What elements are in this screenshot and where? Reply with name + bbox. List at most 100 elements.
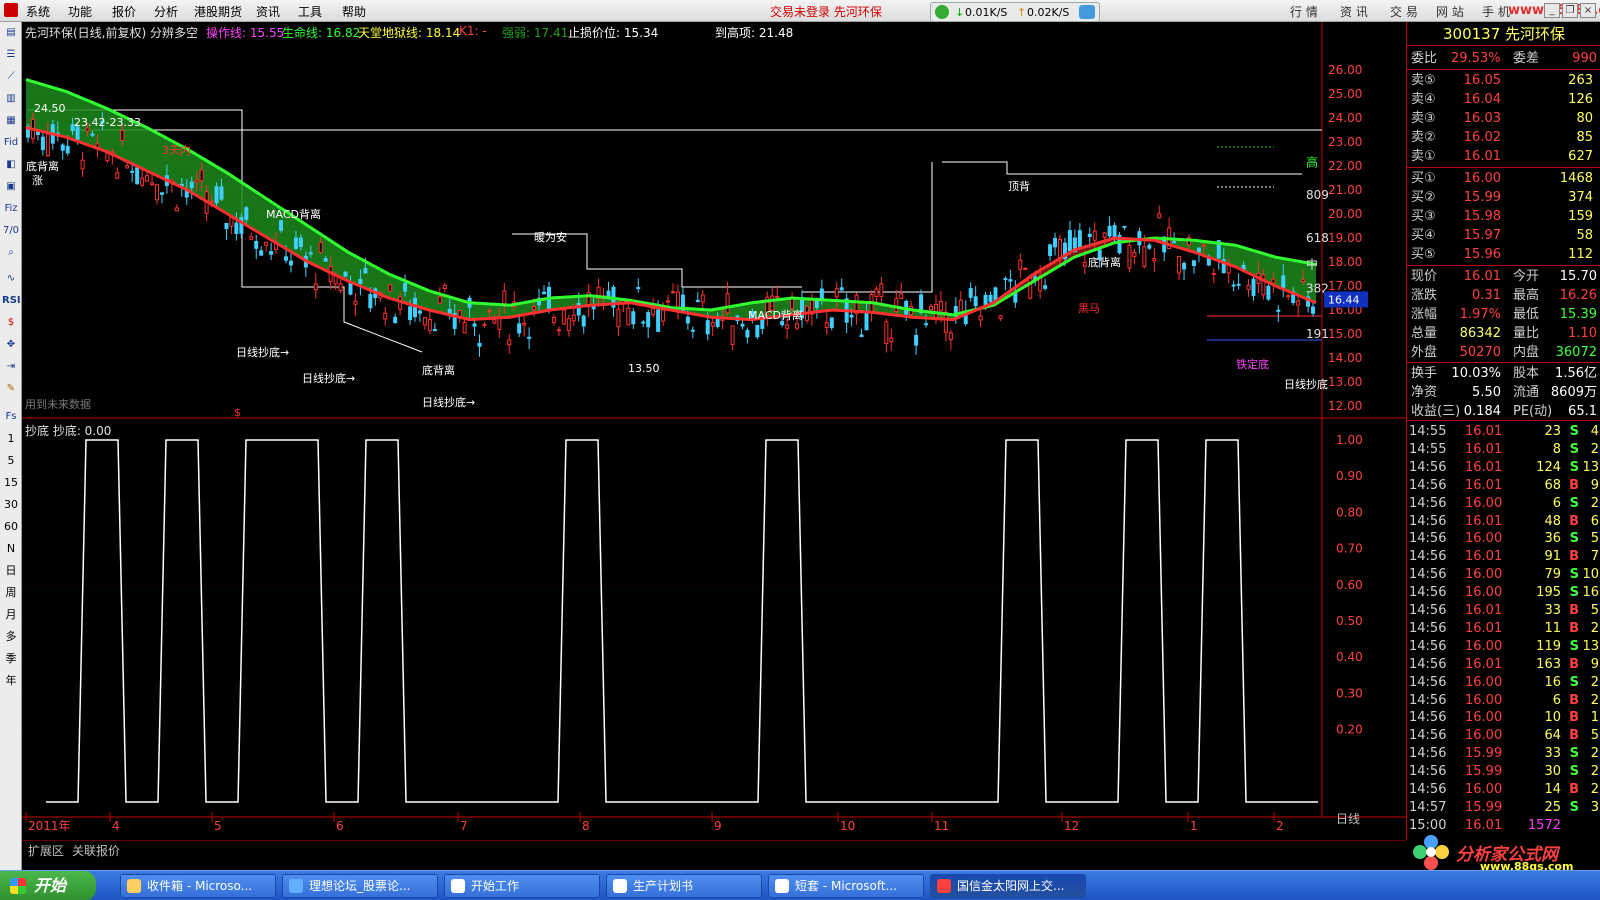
menu-system[interactable]: 系统 xyxy=(26,3,50,20)
tool-list-icon[interactable]: ☰ xyxy=(2,46,20,64)
minimize-icon[interactable]: _ xyxy=(1544,3,1560,18)
menu-quote[interactable]: 报价 xyxy=(112,3,136,20)
task-guosen-trade[interactable]: 国信金太阳网上交... xyxy=(930,874,1086,898)
period-60min[interactable]: 60 xyxy=(0,518,22,536)
price-tick-label: 20.00 xyxy=(1328,207,1362,221)
period-week[interactable]: 周 xyxy=(0,584,22,602)
period-n[interactable]: N xyxy=(0,540,22,558)
menu-function[interactable]: 功能 xyxy=(68,3,92,20)
task-forum[interactable]: 理想论坛_股票论... xyxy=(282,874,438,898)
ask-label: 卖② xyxy=(1411,130,1436,145)
menu-news[interactable]: 资讯 xyxy=(256,3,280,20)
tool-export-icon[interactable]: ⇥ xyxy=(2,358,20,376)
tool-board-icon[interactable]: ▤ xyxy=(2,24,20,42)
tool-move-icon[interactable]: ✥ xyxy=(2,336,20,354)
period-year[interactable]: 年 xyxy=(0,672,22,690)
stat-label: 收益(三) xyxy=(1411,404,1461,419)
refresh-icon[interactable] xyxy=(1079,5,1095,19)
tool-70-icon[interactable]: 7/0 xyxy=(2,222,20,240)
resistance-box-3 xyxy=(942,161,1302,175)
start-button[interactable]: 开始 xyxy=(0,871,96,900)
period-15min[interactable]: 15 xyxy=(0,474,22,492)
chart-area[interactable]: 26.00 25.00 24.00 23.00 22.00 21.00 20.00 19.00… xyxy=(22,22,1406,840)
candle-body xyxy=(1311,306,1316,314)
annotation-rise: 涨 xyxy=(32,174,43,187)
task-label: 国信金太阳网上交... xyxy=(957,879,1065,893)
bid-label: 买① xyxy=(1411,171,1436,186)
menu-hk-futures[interactable]: 港股期货 xyxy=(194,3,242,20)
tick-time: 14:56 xyxy=(1409,710,1447,726)
ask-row: 卖⑤ 16.05 263 xyxy=(1407,71,1600,90)
tool-search-icon[interactable]: ⌕ xyxy=(2,244,20,262)
candle-body xyxy=(795,323,800,329)
tab-market[interactable]: 行 情 xyxy=(1290,3,1318,20)
period-month[interactable]: 月 xyxy=(0,606,22,624)
tool-pencil-icon[interactable]: ✎ xyxy=(2,380,20,398)
close-icon[interactable]: × xyxy=(1580,3,1596,18)
price-tick-label: 13.00 xyxy=(1328,375,1362,389)
tab-mobile[interactable]: 手 机 xyxy=(1482,3,1510,20)
task-start-work[interactable]: 开始工作 xyxy=(444,874,600,898)
tab-extension[interactable]: 扩展区 xyxy=(28,842,64,859)
tool-wave-icon[interactable]: ∿ xyxy=(2,270,20,288)
period-quarter[interactable]: 季 xyxy=(0,650,22,668)
stock-header[interactable]: 300137 先河环保 xyxy=(1407,22,1600,46)
period-multi[interactable]: 多 xyxy=(0,628,22,646)
candle-body xyxy=(710,322,715,327)
tab-info[interactable]: 资 讯 xyxy=(1340,3,1368,20)
tool-note-icon[interactable]: ▣ xyxy=(2,178,20,196)
period-1min[interactable]: 1 xyxy=(0,430,22,448)
legend-life-line: 生命线: 16.82 xyxy=(282,26,361,40)
tab-trade[interactable]: 交 易 xyxy=(1390,3,1418,20)
candle-body xyxy=(1102,232,1107,238)
stat-label: 涨幅 xyxy=(1411,307,1438,322)
candle-body xyxy=(616,308,621,328)
price-tick-label: 25.00 xyxy=(1328,87,1362,101)
menu-analysis[interactable]: 分析 xyxy=(154,3,178,20)
tick-row: 14:56 16.00 64 B 5 xyxy=(1407,727,1600,745)
bid-row: 买① 16.00 1468 xyxy=(1407,169,1600,188)
tab-related-quote[interactable]: 关联报价 xyxy=(72,842,120,859)
tool-line-icon[interactable]: ⟋ xyxy=(2,68,20,86)
tool-kline-icon[interactable]: ▥ xyxy=(2,90,20,108)
bid-price: 16.00 xyxy=(1463,171,1501,186)
tick-count: 9 xyxy=(1590,477,1599,493)
candle-body xyxy=(522,322,527,326)
ask-price: 16.04 xyxy=(1463,92,1501,107)
candle-body xyxy=(1206,257,1211,266)
tool-fs-icon[interactable]: Fs xyxy=(2,408,20,426)
menu-tools[interactable]: 工具 xyxy=(298,3,322,20)
candle-body xyxy=(938,301,943,312)
candle-body xyxy=(1271,278,1276,284)
tick-row: 14:55 16.01 23 S 4 xyxy=(1407,423,1600,441)
tick-price: 16.01 xyxy=(1465,424,1503,439)
bid-volume: 159 xyxy=(1568,209,1593,224)
period-30min[interactable]: 30 xyxy=(0,496,22,514)
task-short[interactable]: 短套 - Microsoft... xyxy=(768,874,924,898)
menu-help[interactable]: 帮助 xyxy=(342,3,366,20)
tool-f2-icon[interactable]: Fiz xyxy=(2,200,20,218)
tool-f10-icon[interactable]: Fid xyxy=(2,134,20,152)
candle-body xyxy=(259,250,264,256)
kline-svg[interactable]: 26.0025.0024.0023.0022.0021.0020.0019.00… xyxy=(22,22,1406,840)
candle-body xyxy=(343,271,348,277)
period-day[interactable]: 日 xyxy=(0,562,22,580)
tool-rsi-icon[interactable]: RSI xyxy=(2,292,21,310)
restore-icon[interactable]: ❐ xyxy=(1562,3,1578,18)
candle-body xyxy=(884,321,889,344)
period-5min[interactable]: 5 xyxy=(0,452,22,470)
up-arrow-icon: ↑ xyxy=(1017,6,1027,19)
candle-body xyxy=(194,179,199,183)
tool-chart-icon[interactable]: ◧ xyxy=(2,156,20,174)
task-production-plan[interactable]: 生产计划书 xyxy=(606,874,762,898)
tab-website[interactable]: 网 站 xyxy=(1436,3,1464,20)
bid-price: 15.99 xyxy=(1463,190,1501,205)
task-inbox[interactable]: 收件箱 - Microso... xyxy=(120,874,276,898)
tool-table-icon[interactable]: ▦ xyxy=(2,112,20,130)
sub-tick-label: 0.80 xyxy=(1336,505,1363,519)
stat2-row: 换手 10.03% 股本 1.56亿 xyxy=(1407,364,1600,383)
annotation-bottom-divergence-3: 底背离 xyxy=(1088,256,1121,269)
tool-dollar-icon[interactable]: $ xyxy=(2,314,20,332)
ask-volume: 80 xyxy=(1576,111,1593,126)
quote-panel: 300137 先河环保 委比 29.53% 委差 990 卖⑤ 16.05 263 卖… xyxy=(1406,22,1600,840)
